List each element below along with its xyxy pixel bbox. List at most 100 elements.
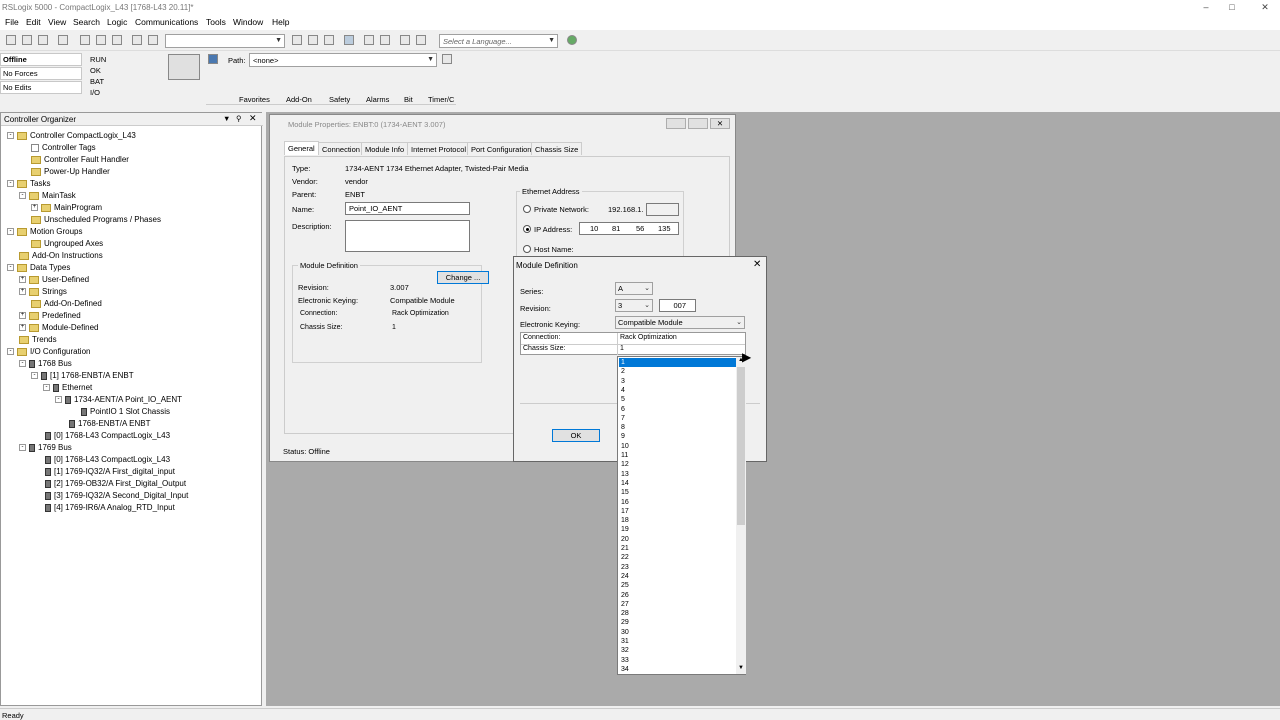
tree-item[interactable]: - MainTask [19,190,76,201]
tree-item[interactable]: PointIO 1 Slot Chassis [81,406,170,417]
chassis-size-option[interactable]: 22 [619,553,736,562]
tree-item[interactable]: Ungrouped Axes [31,238,103,249]
description-field[interactable] [345,220,470,252]
close-button[interactable]: ✕ [710,118,730,129]
chassis-size-option[interactable]: 7 [619,414,736,423]
menu-search[interactable]: Search [73,17,100,27]
tab-module-info[interactable]: Module Info [361,142,409,155]
series-select[interactable]: A ⌄ [615,282,653,295]
tree-item[interactable]: + Module-Defined [19,322,98,333]
scrollbar[interactable]: ▲ ▼ [736,357,746,674]
tree-item[interactable]: - I/O Configuration [7,346,90,357]
chassis-size-option[interactable]: 18 [619,516,736,525]
chassis-size-option[interactable]: 5 [619,395,736,404]
tree-item[interactable]: - Ethernet [43,382,92,393]
tree-item[interactable]: - Tasks [7,178,50,189]
globe-icon[interactable] [567,35,577,45]
tree-item[interactable]: Add-On-Defined [31,298,102,309]
print-icon[interactable] [58,35,68,45]
tree-item[interactable]: - Motion Groups [7,226,82,237]
private-host-spinner[interactable] [646,203,679,216]
chassis-size-option[interactable]: 17 [619,507,736,516]
tree-item[interactable]: Trends [19,334,57,345]
chassis-size-option[interactable]: 33 [619,656,736,665]
menu-help[interactable]: Help [272,17,289,27]
chassis-size-option[interactable]: 4 [619,386,736,395]
tree-item[interactable]: + Predefined [19,310,81,321]
online-icon[interactable] [380,35,390,45]
tab-connection[interactable]: Connection [318,142,364,155]
name-field[interactable]: Point_IO_AENT [345,202,470,215]
pin-icon[interactable]: ⚲ [236,114,242,123]
chassis-size-option[interactable]: 26 [619,591,736,600]
chassis-size-option[interactable]: 3 [619,377,736,386]
properties-icon[interactable] [364,35,374,45]
tree-item[interactable]: + Strings [19,286,67,297]
tree-item[interactable]: Controller Tags [31,142,96,153]
tree-item[interactable]: -1769 Bus [19,442,72,453]
host-name-radio[interactable] [523,245,531,253]
tab-general[interactable]: General [284,141,319,155]
chassis-size-option[interactable]: 9 [619,432,736,441]
tree-item[interactable]: -1734-AENT/A Point_IO_AENT [55,394,182,405]
chassis-size-option[interactable]: 14 [619,479,736,488]
chassis-size-option[interactable]: 2 [619,367,736,376]
find-prev-icon[interactable] [324,35,334,45]
tab-internet-protocol[interactable]: Internet Protocol [407,142,471,155]
menu-communications[interactable]: Communications [135,17,198,27]
chassis-size-option[interactable]: 27 [619,600,736,609]
tab-bit[interactable]: Bit [404,95,413,104]
path-browse-icon[interactable] [442,54,452,64]
menu-logic[interactable]: Logic [107,17,127,27]
maximize-button[interactable]: □ [1219,0,1245,14]
tree-item[interactable]: - Data Types [7,262,70,273]
redo-icon[interactable] [148,35,158,45]
chassis-size-option[interactable]: 28 [619,609,736,618]
menu-file[interactable]: File [5,17,19,27]
search-combo[interactable]: ▼ [165,34,285,48]
new-icon[interactable] [6,35,16,45]
mode-field[interactable]: Offline [0,53,82,66]
menu-edit[interactable]: Edit [26,17,41,27]
close-icon[interactable]: ✕ [753,259,761,270]
tree-item[interactable]: - Controller CompactLogix_L43 [7,130,136,141]
scroll-thumb[interactable] [737,367,745,525]
close-icon[interactable]: ✕ [249,113,257,124]
forces-field[interactable]: No Forces [0,67,82,80]
tree-item[interactable]: -1768 Bus [19,358,72,369]
revision-minor-spinner[interactable]: 007 [659,299,696,312]
find-icon[interactable] [292,35,302,45]
path-select[interactable]: <none> ▼ [249,53,437,67]
copy-icon[interactable] [96,35,106,45]
tree-item[interactable]: + User-Defined [19,274,89,285]
menu-view[interactable]: View [48,17,66,27]
chassis-size-option[interactable]: 12 [619,460,736,469]
chassis-size-option[interactable]: 11 [619,451,736,460]
minimize-button[interactable] [666,118,686,129]
dropdown-icon[interactable]: ▼ [223,114,230,123]
tab-favorites[interactable]: Favorites [239,95,270,104]
chassis-size-option[interactable]: 15 [619,488,736,497]
ip-address-field[interactable]: 10 81 56 135 [579,222,679,235]
tree-item[interactable]: [0] 1768-L43 CompactLogix_L43 [45,430,170,441]
edits-field[interactable]: No Edits [0,81,82,94]
tree-item[interactable]: Controller Fault Handler [31,154,129,165]
chassis-size-option[interactable]: 16 [619,498,736,507]
tab-timer[interactable]: Timer/C [428,95,454,104]
open-icon[interactable] [22,35,32,45]
chassis-size-option[interactable]: 23 [619,563,736,572]
tree-item[interactable]: [0] 1768-L43 CompactLogix_L43 [45,454,170,465]
keying-select[interactable]: Compatible Module ⌄ [615,316,745,329]
chassis-size-option[interactable]: 1 [619,358,736,368]
undo-icon[interactable] [132,35,142,45]
chassis-size-dropdown[interactable]: ▲ ▼ 1 2 3 4 5 6 7 8 9 10 11 12 13 14 15 16 17 18 19 20 21 22 2… [617,356,746,675]
maximize-button[interactable] [688,118,708,129]
chassis-size-option[interactable]: 19 [619,525,736,534]
scroll-down-icon[interactable]: ▼ [737,665,745,671]
tree-item[interactable]: + MainProgram [31,202,102,213]
chassis-size-option[interactable]: 25 [619,581,736,590]
paste-icon[interactable] [112,35,122,45]
chassis-size-option[interactable]: 20 [619,535,736,544]
find-next-icon[interactable] [308,35,318,45]
tree-item[interactable]: [4] 1769-IR6/A Analog_RTD_Input [45,502,175,513]
